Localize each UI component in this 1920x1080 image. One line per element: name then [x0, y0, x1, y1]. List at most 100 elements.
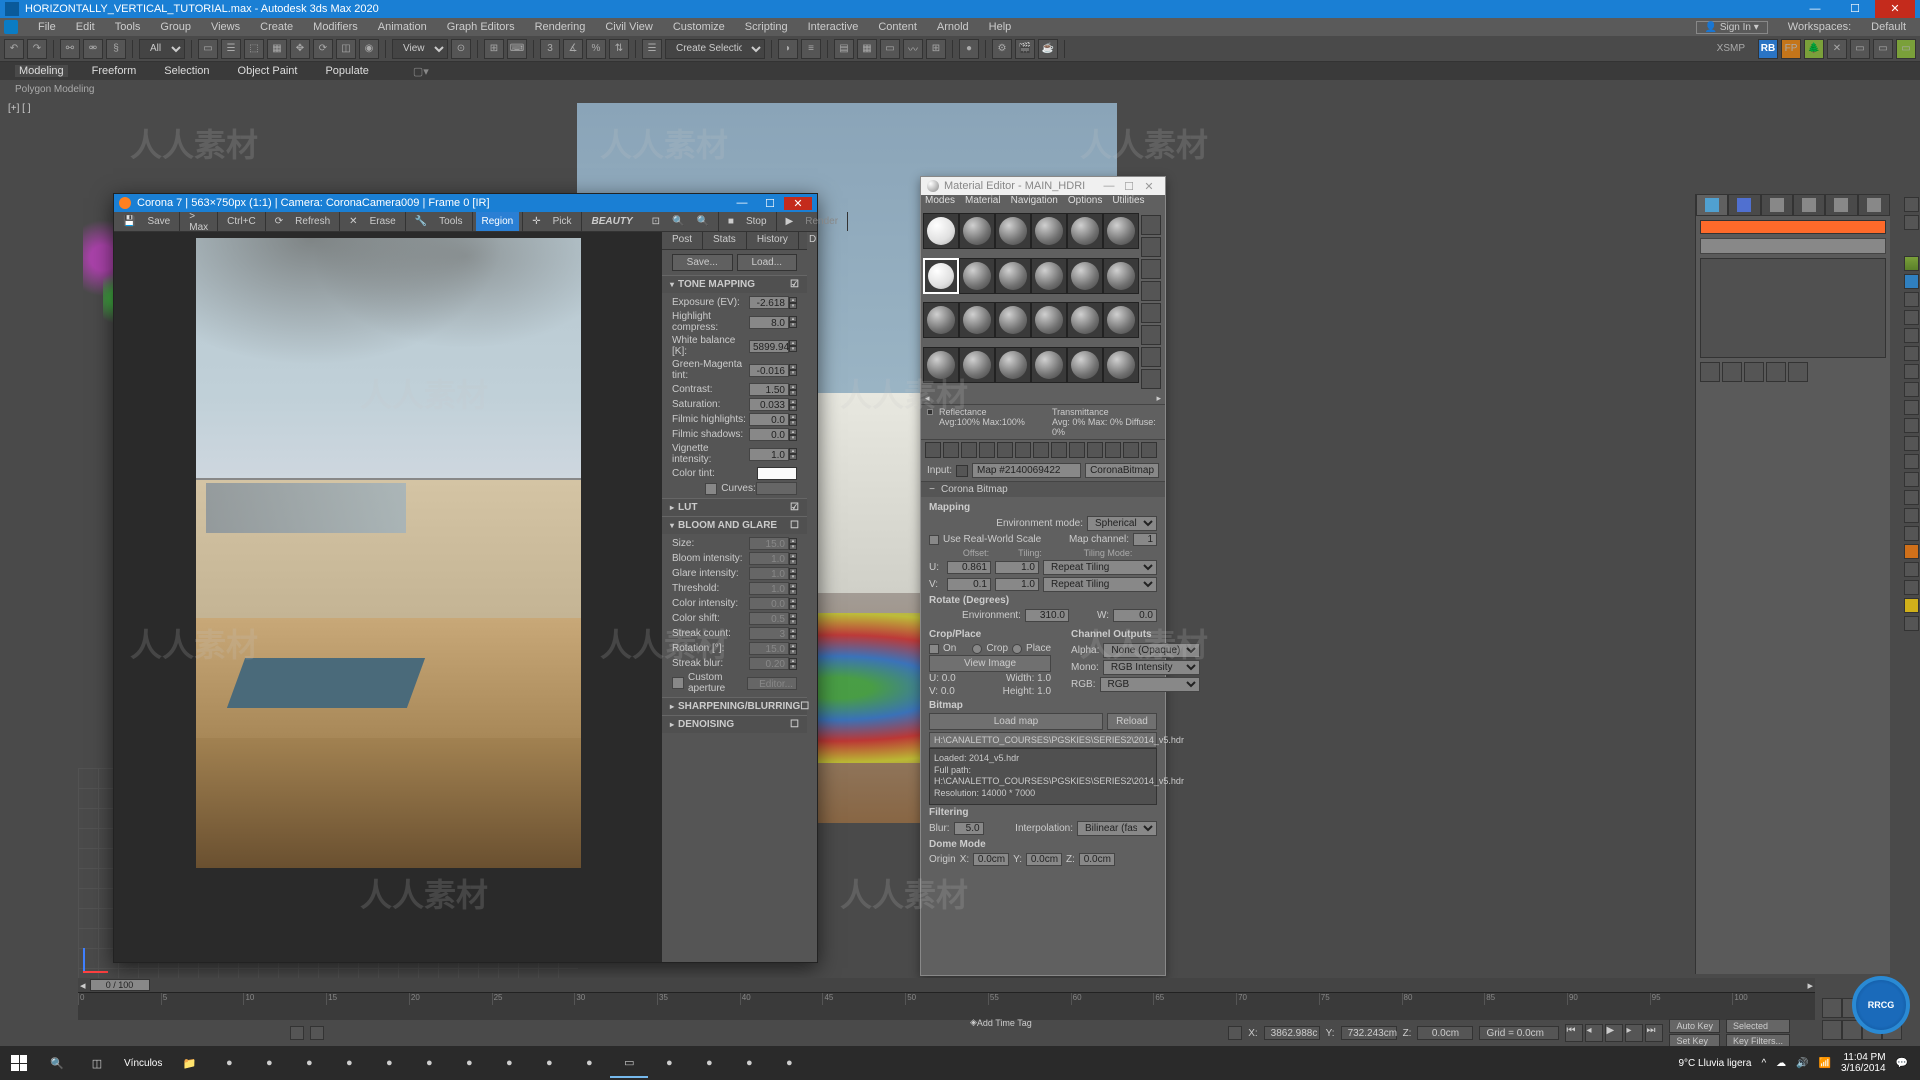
- cfb-tomax-button[interactable]: > Max: [183, 212, 214, 231]
- view-image-button[interactable]: View Image: [929, 655, 1051, 672]
- param-input[interactable]: 0.033: [749, 398, 789, 411]
- mateditor-close-button[interactable]: ✕: [1139, 180, 1159, 193]
- taskbar-app[interactable]: 📁: [170, 1048, 208, 1078]
- real-world-checkbox[interactable]: [929, 535, 939, 545]
- material-slot[interactable]: [959, 347, 995, 383]
- mateditor-side-btn[interactable]: [1141, 281, 1161, 301]
- on-checkbox[interactable]: [929, 644, 939, 654]
- percent-snap-button[interactable]: %: [586, 39, 606, 59]
- mateditor-tb-btn[interactable]: [1105, 442, 1121, 458]
- map-channel-input[interactable]: 1: [1133, 533, 1157, 546]
- origin-y-input[interactable]: 0.0cm: [1026, 853, 1062, 866]
- material-slot[interactable]: [923, 347, 959, 383]
- cfb-refresh-button[interactable]: Refresh: [289, 212, 336, 231]
- mateditor-side-btn[interactable]: [1141, 369, 1161, 389]
- cmd-tab-utilities[interactable]: [1858, 194, 1890, 216]
- tool-btn-2[interactable]: ▭: [1850, 39, 1870, 59]
- angle-snap-button[interactable]: ∡: [563, 39, 583, 59]
- mateditor-tb-btn[interactable]: [997, 442, 1013, 458]
- tray-icon[interactable]: 📶: [1819, 1058, 1831, 1069]
- app-logo-icon[interactable]: [4, 20, 18, 34]
- toolstrip-btn[interactable]: [1904, 490, 1919, 505]
- cfb-erase-button[interactable]: Erase: [364, 212, 402, 231]
- menu-arnold[interactable]: Arnold: [927, 21, 979, 33]
- material-slot[interactable]: [959, 213, 995, 249]
- taskbar-app[interactable]: ●: [650, 1048, 688, 1078]
- toolstrip-btn[interactable]: [1904, 197, 1919, 212]
- editor-button[interactable]: Editor...: [747, 677, 797, 690]
- menu-grapheditors[interactable]: Graph Editors: [437, 21, 525, 33]
- taskbar-app[interactable]: ●: [730, 1048, 768, 1078]
- cfb-refresh-icon[interactable]: ⟳: [269, 212, 289, 231]
- param-input[interactable]: 1.0: [749, 448, 789, 461]
- spinner-icon[interactable]: ▴▾: [789, 399, 797, 411]
- taskbar-app[interactable]: ●: [290, 1048, 328, 1078]
- mateditor-titlebar[interactable]: Material Editor - MAIN_HDRI — ☐ ✕: [921, 177, 1165, 195]
- toolstrip-btn[interactable]: [1904, 274, 1919, 289]
- custom-aperture-checkbox[interactable]: [672, 677, 684, 689]
- notifications-icon[interactable]: 💬: [1896, 1058, 1908, 1069]
- cfb-tab-history[interactable]: History: [747, 232, 799, 249]
- playback-next-button[interactable]: ▸: [1625, 1024, 1643, 1042]
- material-slot[interactable]: [923, 213, 959, 249]
- tray-chevron-icon[interactable]: ^: [1761, 1058, 1766, 1069]
- cfb-beauty-label[interactable]: BEAUTY: [582, 216, 643, 227]
- rotate-button[interactable]: ⟳: [313, 39, 333, 59]
- toolstrip-btn[interactable]: [1904, 382, 1919, 397]
- tool-btn-3[interactable]: ▭: [1873, 39, 1893, 59]
- rb-button[interactable]: RB: [1758, 39, 1778, 59]
- spinner-icon[interactable]: ▴▾: [789, 316, 797, 328]
- u-mode-select[interactable]: Repeat Tiling: [1043, 560, 1157, 575]
- menu-help[interactable]: Help: [979, 21, 1022, 33]
- mateditor-side-btn[interactable]: [1141, 303, 1161, 323]
- material-slot[interactable]: [1031, 347, 1067, 383]
- param-input[interactable]: 0.20: [749, 657, 789, 670]
- menu-modifiers[interactable]: Modifiers: [303, 21, 368, 33]
- spinner-icon[interactable]: ▴▾: [789, 643, 797, 655]
- cfb-zoom-out-button[interactable]: 🔍: [690, 212, 714, 231]
- material-slot[interactable]: [995, 302, 1031, 338]
- menu-content[interactable]: Content: [868, 21, 927, 33]
- param-input[interactable]: 0.0: [749, 413, 789, 426]
- u-tiling-input[interactable]: 1.0: [995, 561, 1039, 574]
- ribbon-toggle-button[interactable]: ▭: [880, 39, 900, 59]
- lock-icon[interactable]: [310, 1026, 324, 1040]
- mateditor-tb-btn[interactable]: [1015, 442, 1031, 458]
- render-setup-button[interactable]: ⚙: [992, 39, 1012, 59]
- menu-tools[interactable]: Tools: [105, 21, 151, 33]
- fp-button[interactable]: FP: [1781, 39, 1801, 59]
- track-bar[interactable]: 0510152025303540455055606570758085909510…: [78, 992, 1815, 1020]
- toolstrip-btn[interactable]: [1904, 346, 1919, 361]
- menu-rendering[interactable]: Rendering: [525, 21, 596, 33]
- render-button[interactable]: ☕: [1038, 39, 1058, 59]
- bloom-header[interactable]: BLOOM AND GLARE☐: [662, 517, 807, 534]
- cfb-save-preset-button[interactable]: Save...: [672, 254, 733, 271]
- lut-header[interactable]: LUT☑: [662, 499, 807, 516]
- mateditor-tb-btn[interactable]: [979, 442, 995, 458]
- z-coord[interactable]: 0.0cm: [1417, 1026, 1473, 1040]
- rgb-select[interactable]: RGB: [1100, 677, 1201, 692]
- taskbar-app[interactable]: ●: [490, 1048, 528, 1078]
- time-slider[interactable]: ◂ 0 / 100 ▸: [78, 978, 1815, 992]
- taskbar-app[interactable]: ●: [690, 1048, 728, 1078]
- cfb-close-button[interactable]: ✕: [784, 197, 812, 210]
- unlink-button[interactable]: ⚮: [83, 39, 103, 59]
- place-button[interactable]: ◉: [359, 39, 379, 59]
- taskbar-vinculos[interactable]: Vínculos: [118, 1058, 168, 1069]
- material-slot[interactable]: [923, 258, 959, 294]
- check-icon[interactable]: ☐: [800, 701, 809, 712]
- taskbar-date[interactable]: 3/16/2014: [1841, 1063, 1886, 1074]
- x-coord[interactable]: 3862.988c: [1264, 1026, 1320, 1040]
- transform-type-icon[interactable]: [1228, 1026, 1242, 1040]
- cfb-stop-button[interactable]: Stop: [740, 212, 773, 231]
- material-slot[interactable]: [1103, 213, 1139, 249]
- spinner-icon[interactable]: ▴▾: [789, 568, 797, 580]
- toolstrip-btn[interactable]: [1904, 400, 1919, 415]
- selected-filter[interactable]: Selected: [1726, 1019, 1790, 1033]
- mateditor-menu-modes[interactable]: Modes: [925, 195, 955, 211]
- tool-btn-1[interactable]: ✕: [1827, 39, 1847, 59]
- mateditor-tb-btn[interactable]: [1051, 442, 1067, 458]
- undo-button[interactable]: ↶: [4, 39, 24, 59]
- taskbar-app[interactable]: ●: [210, 1048, 248, 1078]
- viewport-label[interactable]: [+] [ ]: [8, 103, 31, 114]
